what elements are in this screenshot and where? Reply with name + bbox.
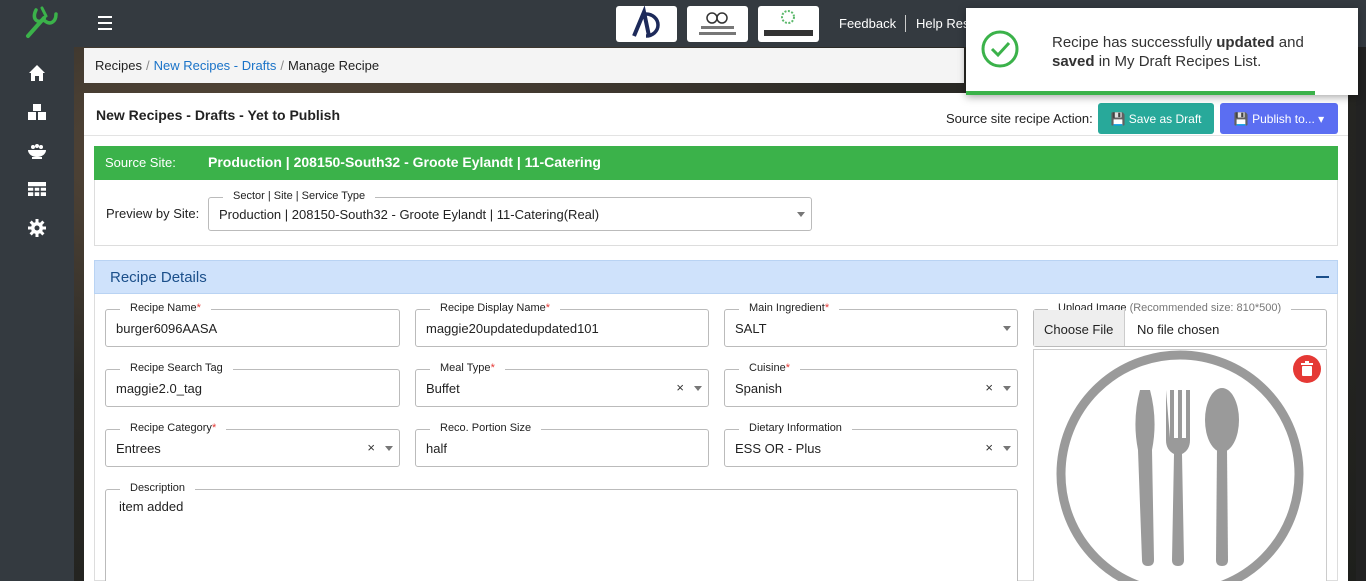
search-tag-value: maggie2.0_tag [116, 381, 203, 396]
search-tag-label: Recipe Search Tag [120, 362, 233, 374]
clear-icon[interactable]: × [367, 440, 375, 455]
description-label: Description [120, 482, 196, 494]
recipe-name-label: Recipe Name* [120, 302, 211, 314]
voice-of-customer-icon [699, 12, 736, 35]
sector-site-select[interactable]: Sector | Site | Service Type Production … [208, 190, 812, 231]
portion-size-value: half [426, 441, 447, 456]
gear-icon[interactable] [26, 217, 48, 239]
category-label: Recipe Category* [120, 422, 227, 434]
check-circle-icon [981, 30, 1019, 68]
chevron-down-icon [385, 446, 393, 451]
source-site-bar: Source Site: Production | 208150-South32… [94, 146, 1338, 180]
home-icon[interactable] [26, 62, 48, 84]
clear-icon[interactable]: × [985, 440, 993, 455]
chevron-down-icon [1003, 326, 1011, 331]
help-link[interactable]: Help Res [916, 16, 969, 31]
floppy-disk-icon: 💾 [1110, 111, 1126, 126]
ad-logo[interactable] [616, 5, 677, 42]
category-value: Entrees [116, 441, 161, 456]
page-title: New Recipes - Drafts - Yet to Publish [96, 107, 341, 123]
chevron-down-icon [1003, 386, 1011, 391]
portion-size-field[interactable]: Reco. Portion Size half [415, 422, 709, 467]
recipe-name-field[interactable]: Recipe Name* burger6096AASA [105, 302, 400, 347]
hamburger-menu-icon[interactable] [98, 16, 112, 30]
publish-dropdown-button[interactable]: 💾 Publish to... ▾ [1220, 103, 1338, 134]
preview-by-site-section: Preview by Site: Sector | Site | Service… [94, 180, 1338, 246]
success-toast[interactable]: Recipe has successfully updated and save… [966, 8, 1358, 95]
leanpath-logo[interactable] [758, 6, 819, 42]
recipe-details-title: Recipe Details [110, 269, 207, 286]
main-ingredient-select[interactable]: Main Ingredient* SALT [724, 302, 1018, 347]
toast-message: Recipe has successfully updated and save… [1052, 34, 1304, 70]
breadcrumb-separator: / [145, 58, 150, 73]
chevron-down-icon [797, 212, 805, 217]
recipe-category-select[interactable]: Recipe Category* Entrees × [105, 422, 400, 467]
preview-label: Preview by Site: [106, 206, 200, 221]
breadcrumb-current: Manage Recipe [288, 58, 380, 73]
floppy-disk-icon: 💾 [1233, 111, 1249, 126]
meal-type-select[interactable]: Meal Type* Buffet × [415, 362, 709, 407]
image-preview [1033, 349, 1327, 581]
table-icon[interactable] [26, 178, 48, 200]
main-ingredient-label: Main Ingredient* [739, 302, 840, 314]
recipe-display-name-field[interactable]: Recipe Display Name* maggie20updatedupda… [415, 302, 709, 347]
source-site-label: Source Site: [105, 155, 176, 170]
clear-icon[interactable]: × [676, 380, 684, 395]
cuisine-select[interactable]: Cuisine* Spanish × [724, 362, 1018, 407]
description-textarea[interactable]: Description item added [105, 482, 1018, 581]
save-as-draft-label: Save as Draft [1128, 111, 1202, 126]
divider [905, 15, 906, 32]
sector-site-value: Production | 208150-South32 - Groote Eyl… [219, 207, 600, 222]
recipe-name-value: burger6096AASA [116, 321, 218, 336]
recipe-search-tag-field[interactable]: Recipe Search Tag maggie2.0_tag [105, 362, 400, 407]
boxes-icon[interactable] [26, 101, 48, 123]
meal-type-value: Buffet [426, 381, 460, 396]
app-logo-icon[interactable] [22, 4, 60, 40]
breadcrumb-separator: / [280, 58, 285, 73]
dietary-value: ESS OR - Plus [735, 441, 821, 456]
description-value: item added [119, 499, 184, 514]
clear-icon[interactable]: × [985, 380, 993, 395]
upload-image-field[interactable]: Upload Image (Recommended size: 810*500)… [1033, 302, 1327, 347]
recipe-details-header[interactable]: Recipe Details [94, 260, 1338, 294]
dietary-label: Dietary Information [739, 422, 852, 434]
chevron-down-icon [1003, 446, 1011, 451]
collapse-icon[interactable] [1316, 276, 1329, 278]
voice-of-customer-logo[interactable] [687, 6, 748, 42]
trash-icon [1301, 361, 1313, 376]
feedback-link[interactable]: Feedback [839, 16, 896, 31]
main-ingredient-value: SALT [735, 321, 767, 336]
action-label: Source site recipe Action: [946, 111, 1093, 126]
no-file-chosen-text: No file chosen [1137, 322, 1220, 337]
manage-recipe-card: New Recipes - Drafts - Yet to Publish So… [84, 93, 1348, 581]
chevron-down-icon: ▾ [1318, 111, 1325, 126]
source-site-value: Production | 208150-South32 - Groote Eyl… [208, 154, 601, 170]
breadcrumb-recipes[interactable]: Recipes [95, 58, 142, 73]
sector-site-legend: Sector | Site | Service Type [223, 190, 376, 202]
cuisine-value: Spanish [735, 381, 782, 396]
scrollbar[interactable] [1356, 47, 1366, 581]
breadcrumb: Recipes / New Recipes - Drafts / Manage Reci… [84, 48, 964, 83]
breadcrumb-new-recipes-drafts[interactable]: New Recipes - Drafts [154, 58, 277, 73]
publish-label: Publish to... [1252, 111, 1315, 126]
save-as-draft-button[interactable]: 💾 Save as Draft [1098, 103, 1214, 134]
choose-file-button[interactable]: Choose File [1034, 310, 1125, 346]
cuisine-label: Cuisine* [739, 362, 800, 374]
portion-size-label: Reco. Portion Size [430, 422, 542, 434]
delete-image-button[interactable] [1293, 355, 1321, 383]
ad-logo-icon [632, 5, 660, 38]
dietary-info-select[interactable]: Dietary Information ESS OR - Plus × [724, 422, 1018, 467]
meal-type-label: Meal Type* [430, 362, 505, 374]
divider [84, 135, 1348, 136]
display-name-label: Recipe Display Name* [430, 302, 561, 314]
dish-icon[interactable] [26, 139, 48, 161]
display-name-value: maggie20updatedupdated101 [426, 321, 599, 336]
leanpath-icon [764, 10, 813, 36]
toast-progress-bar [966, 91, 1315, 95]
chevron-down-icon [694, 386, 702, 391]
plate-cutlery-icon [1056, 350, 1304, 581]
sidebar [0, 0, 74, 581]
